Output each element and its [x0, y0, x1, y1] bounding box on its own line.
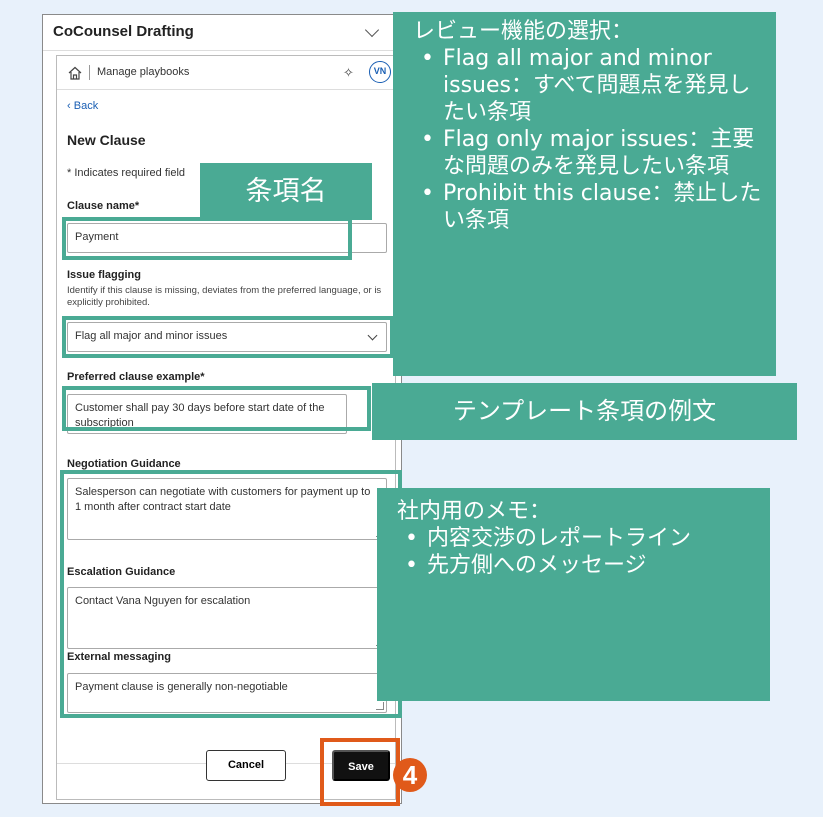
home-icon[interactable]	[67, 65, 83, 81]
review-callout-item: Flag only major issues：主要な問題のみを発見したい条項	[413, 126, 762, 180]
review-callout-item: Flag all major and minor issues：すべて問題点を発…	[413, 45, 762, 126]
issue-flagging-description: Identify if this clause is missing, devi…	[67, 285, 382, 308]
manage-playbooks-link[interactable]: Manage playbooks	[97, 66, 189, 78]
nav-divider	[89, 65, 90, 80]
panel-header: CoCounsel Drafting	[43, 15, 401, 51]
memo-callout-item: 先方側へのメッセージ	[397, 552, 756, 579]
review-callout-title: レビュー機能の選択：	[413, 19, 634, 44]
clause-name-highlight	[62, 217, 352, 260]
memo-callout: 社内用のメモ： 内容交渉のレポートライン 先方側へのメッセージ	[377, 488, 770, 701]
template-callout: テンプレート条項の例文	[372, 383, 797, 440]
review-callout-item: Prohibit this clause：禁止したい条項	[413, 180, 762, 234]
preferred-example-highlight	[62, 386, 371, 431]
sparkle-icon[interactable]: ✧	[343, 65, 354, 81]
cancel-button[interactable]: Cancel	[206, 750, 286, 781]
clause-name-callout: 条項名	[200, 163, 372, 220]
issue-flagging-label: Issue flagging	[67, 269, 141, 281]
negotiation-guidance-label: Negotiation Guidance	[67, 458, 181, 470]
preferred-example-label: Preferred clause example*	[67, 371, 205, 383]
guidance-highlight	[60, 470, 402, 718]
save-highlight	[320, 738, 400, 806]
review-callout: レビュー機能の選択： Flag all major and minor issu…	[393, 12, 776, 376]
nav-bar: Manage playbooks ✧ VN	[57, 56, 395, 90]
chevron-down-icon[interactable]	[364, 22, 380, 38]
app-title: CoCounsel Drafting	[53, 23, 194, 40]
issue-flagging-highlight	[62, 316, 394, 358]
required-note: * Indicates required field	[67, 167, 186, 179]
memo-callout-list: 内容交渉のレポートライン 先方側へのメッセージ	[397, 525, 756, 579]
page-title: New Clause	[67, 132, 146, 148]
memo-callout-title: 社内用のメモ：	[397, 499, 552, 524]
back-link[interactable]: ‹ Back	[67, 100, 98, 112]
avatar[interactable]: VN	[369, 61, 391, 83]
step-number-badge: 4	[393, 758, 427, 792]
memo-callout-item: 内容交渉のレポートライン	[397, 525, 756, 552]
review-callout-list: Flag all major and minor issues：すべて問題点を発…	[413, 45, 762, 234]
clause-name-label: Clause name*	[67, 200, 140, 212]
back-label: Back	[73, 100, 99, 112]
